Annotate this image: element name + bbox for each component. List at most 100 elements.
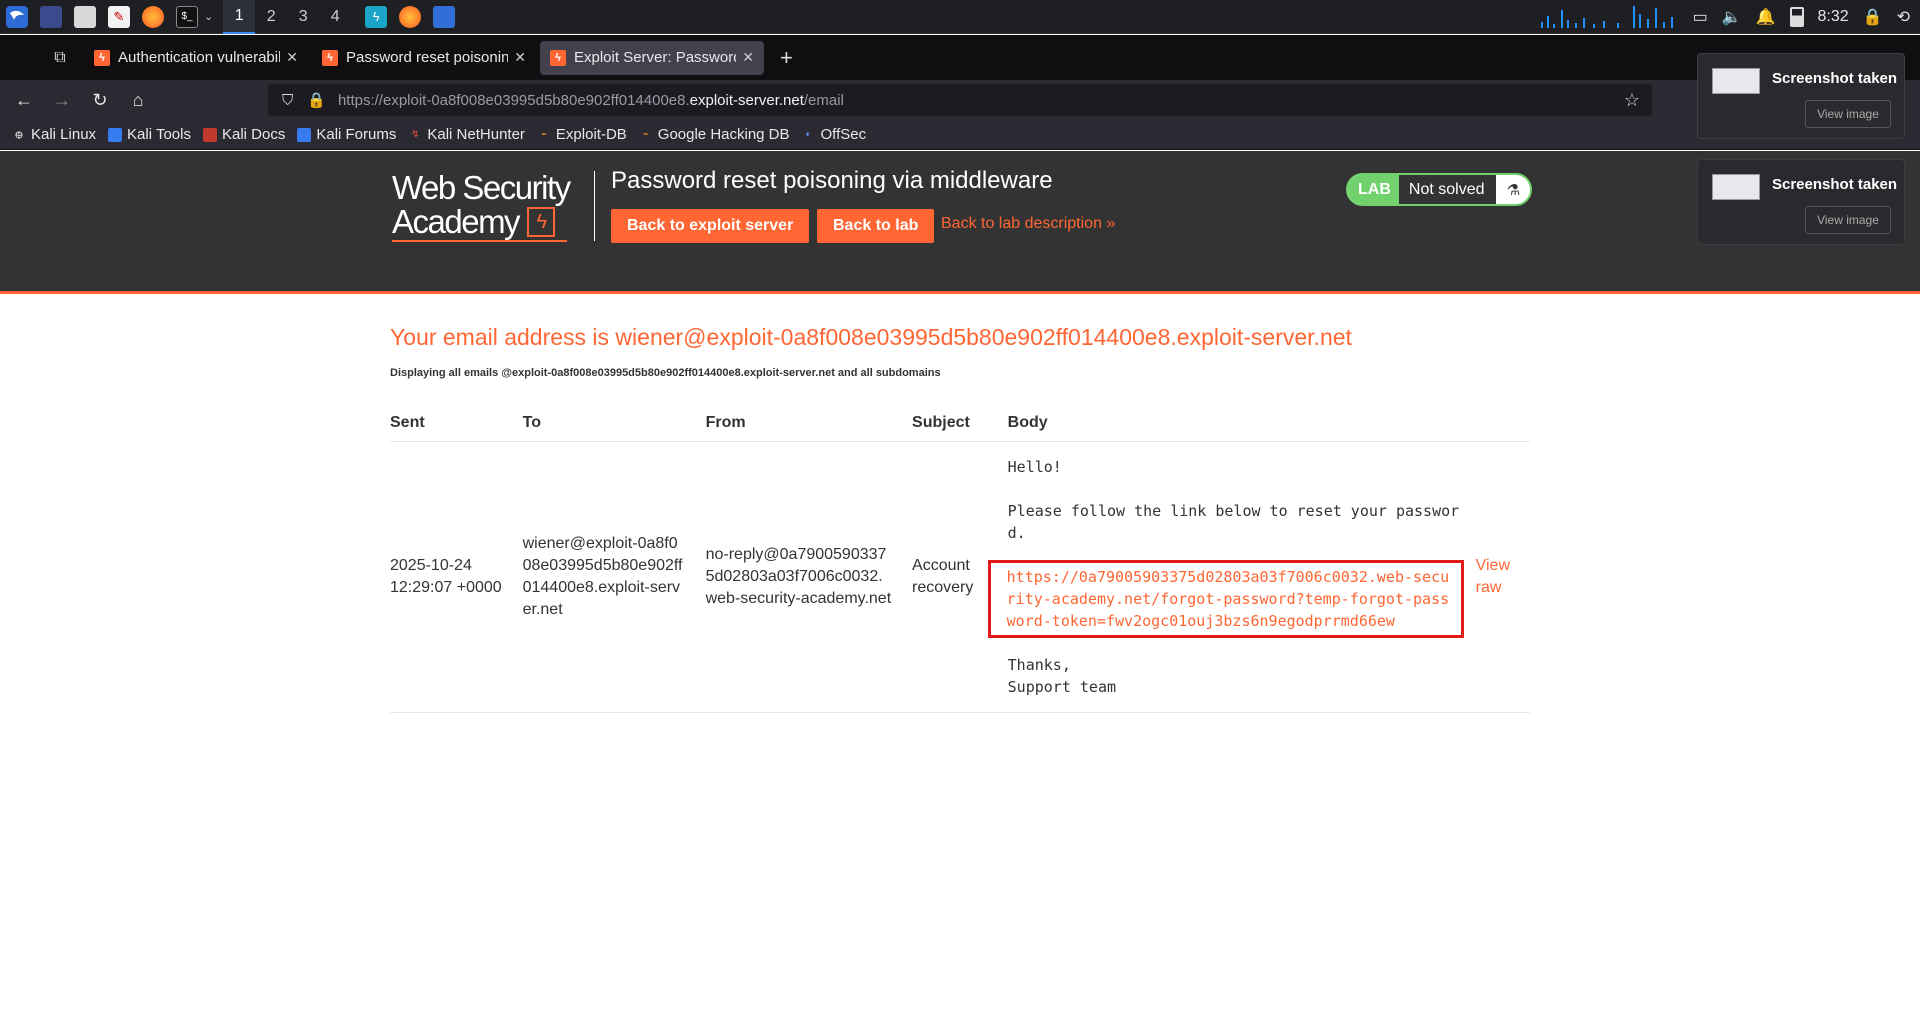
portswigger-favicon-icon: ϟ <box>94 49 110 66</box>
back-arrow-icon[interactable]: ← <box>6 82 42 118</box>
column-sent: Sent <box>390 411 523 442</box>
kali-forums-icon <box>297 127 312 142</box>
tab-title: Authentication vulnerabilities <box>118 49 281 66</box>
padlock-icon[interactable]: 🔒 <box>307 91 326 109</box>
academy-header: Web Security Academy ϟ Password reset poi… <box>0 151 1920 294</box>
back-to-exploit-server-button[interactable]: Back to exploit server <box>611 209 810 243</box>
close-icon[interactable]: ✕ <box>742 49 754 66</box>
email-client: Your email address is wiener@exploit-0a8… <box>390 294 1530 713</box>
column-body: Body <box>1007 411 1476 442</box>
screenshot-app-icon[interactable] <box>433 5 456 28</box>
terminal-icon[interactable]: $_ <box>176 5 198 28</box>
emails-table: Sent To From Subject Body 2025-10-24 12:… <box>390 411 1530 713</box>
browser-navbar: ← → ↻ ⌂ ⛉ 🔒 https://exploit-0a8f008e0399… <box>0 80 1920 120</box>
tab-overview-icon[interactable]: ⧉ <box>40 49 80 67</box>
chevron-down-icon[interactable]: ⌄ <box>204 10 213 23</box>
kali-tools-icon <box>108 127 123 142</box>
forward-arrow-icon[interactable]: → <box>44 82 80 118</box>
volume-icon[interactable]: 🔈 <box>1722 7 1742 27</box>
file-manager-icon[interactable] <box>74 5 96 28</box>
email-address-heading: Your email address is wiener@exploit-0a8… <box>390 324 1352 350</box>
view-image-button[interactable]: View image <box>1805 206 1891 234</box>
os-taskbar: ✎ $_ ⌄ 1 2 3 4 ϟ ▭ 🔈 🔔 8:32 🔒 ⟲ <box>0 0 1920 34</box>
email-from: no-reply@0a79005903375d02803a03f7006c003… <box>705 441 913 713</box>
lock-icon[interactable]: 🔒 <box>1863 7 1883 27</box>
kali-dragon-icon: 𐃏 <box>14 130 24 142</box>
bookmark-kali-docs[interactable]: Kali Docs <box>202 126 285 143</box>
notifications-bell-icon[interactable]: 🔔 <box>1756 7 1776 27</box>
close-icon[interactable]: ✕ <box>514 49 526 66</box>
bookmark-google-hacking-db[interactable]: ⌁ Google Hacking DB <box>639 126 790 143</box>
flask-icon[interactable]: ⚗ <box>1496 175 1530 204</box>
workspace-4[interactable]: 4 <box>319 0 351 34</box>
cpu-graph <box>1537 4 1679 30</box>
view-image-button[interactable]: View image <box>1805 100 1891 128</box>
browser-tabstrip: ⧉ ϟ Authentication vulnerabilities ✕ ϟ P… <box>0 35 1920 80</box>
back-to-lab-description-link[interactable]: Back to lab description » <box>941 215 1115 233</box>
tab-exploit-server[interactable]: ϟ Exploit Server: Password reset poisoni… <box>540 40 764 75</box>
firefox-window-icon[interactable] <box>399 5 422 28</box>
close-icon[interactable]: ✕ <box>286 49 298 66</box>
bookmark-exploit-db[interactable]: ⌁ Exploit-DB <box>537 126 627 143</box>
new-tab-icon[interactable]: + <box>780 45 793 71</box>
bookmark-kali-forums[interactable]: Kali Forums <box>297 126 396 143</box>
ghdb-icon: ⌁ <box>642 129 649 140</box>
text-editor-icon[interactable]: ✎ <box>108 5 130 28</box>
bookmark-offsec[interactable]: ◐ OffSec <box>802 126 866 143</box>
kali-menu-icon[interactable] <box>0 0 34 34</box>
lightning-bolt-icon: ϟ <box>527 207 556 237</box>
display-note: Displaying all emails @exploit-0a8f008e0… <box>390 367 941 379</box>
tab-password-reset-poisoning[interactable]: ϟ Password reset poisoning via middlewar… <box>312 41 536 75</box>
tab-authentication-vulnerabilities[interactable]: ϟ Authentication vulnerabilities ✕ <box>84 41 308 75</box>
portswigger-favicon-icon: ϟ <box>322 49 338 66</box>
lab-status-widget: LAB Not solved ⚗ <box>1346 173 1533 206</box>
kali-docs-icon <box>202 127 217 142</box>
url-path: /email <box>803 91 844 109</box>
reload-icon[interactable]: ↻ <box>82 82 118 118</box>
tab-title: Exploit Server: Password reset poisoning… <box>574 49 737 66</box>
workspace-3[interactable]: 3 <box>287 0 319 34</box>
email-sent: 2025-10-24 12:29:07 +0000 <box>390 441 523 713</box>
notification-screenshot-2[interactable]: Screenshot taken View image <box>1697 159 1905 245</box>
lab-tag: LAB <box>1348 175 1399 204</box>
bookmark-kali-nethunter[interactable]: ↯ Kali NetHunter <box>408 126 525 143</box>
column-subject: Subject <box>912 411 1008 442</box>
workspace-2[interactable]: 2 <box>255 0 287 34</box>
display-icon[interactable]: ▭ <box>1693 7 1708 27</box>
home-icon[interactable]: ⌂ <box>120 82 156 118</box>
nethunter-icon: ↯ <box>411 129 420 140</box>
firefox-icon[interactable] <box>142 5 164 28</box>
email-body-outro: Thanks, Support team <box>1007 655 1117 696</box>
bookmark-kali-tools[interactable]: Kali Tools <box>108 126 191 143</box>
shield-icon[interactable]: ⛉ <box>282 92 293 109</box>
email-to: wiener@exploit-0a8f008e03995d5b80e902ff0… <box>522 441 706 713</box>
password-reset-link[interactable]: https://0a79005903375d02803a03f7006c0032… <box>987 559 1464 638</box>
notification-screenshot-1[interactable]: Screenshot taken View image <box>1697 53 1905 139</box>
view-raw-link[interactable]: View raw <box>1476 557 1510 596</box>
double-chevron-right-icon: » <box>1106 215 1116 232</box>
email-body-intro: Hello! Please follow the link below to r… <box>1007 457 1460 542</box>
url-prefix: https://exploit-0a8f008e03995d5b80e902ff… <box>337 91 690 109</box>
logo-divider <box>594 171 595 241</box>
tab-title: Password reset poisoning via middleware <box>346 49 509 66</box>
lab-title: Password reset poisoning via middleware <box>611 167 1053 194</box>
notification-title: Screenshot taken <box>1772 176 1898 193</box>
offsec-icon: ◐ <box>805 129 812 140</box>
web-security-academy-logo[interactable]: Web Security Academy ϟ <box>392 171 592 242</box>
workspace-1[interactable]: 1 <box>223 0 256 34</box>
burp-icon[interactable]: ϟ <box>365 5 388 28</box>
bookmarks-toolbar: 𐃏 Kali Linux Kali Tools Kali Docs Kali Fo… <box>0 120 1920 150</box>
email-body: Hello! Please follow the link below to r… <box>987 441 1476 713</box>
table-header-row: Sent To From Subject Body <box>390 411 1530 442</box>
clock[interactable]: 8:32 <box>1818 8 1849 26</box>
battery-icon[interactable] <box>1789 7 1804 27</box>
column-to: To <box>522 411 706 442</box>
table-row: 2025-10-24 12:29:07 +0000 wiener@exploit… <box>390 441 1530 713</box>
power-icon[interactable]: ⟲ <box>1897 7 1910 27</box>
back-to-lab-button[interactable]: Back to lab <box>817 209 935 243</box>
column-from: From <box>705 411 913 442</box>
desktop-icon[interactable] <box>40 5 62 28</box>
bookmark-star-icon[interactable]: ☆ <box>1624 90 1640 111</box>
bookmark-kali-linux[interactable]: 𐃏 Kali Linux <box>12 126 96 143</box>
url-bar[interactable]: ⛉ 🔒 https://exploit-0a8f008e03995d5b80e9… <box>268 84 1652 116</box>
